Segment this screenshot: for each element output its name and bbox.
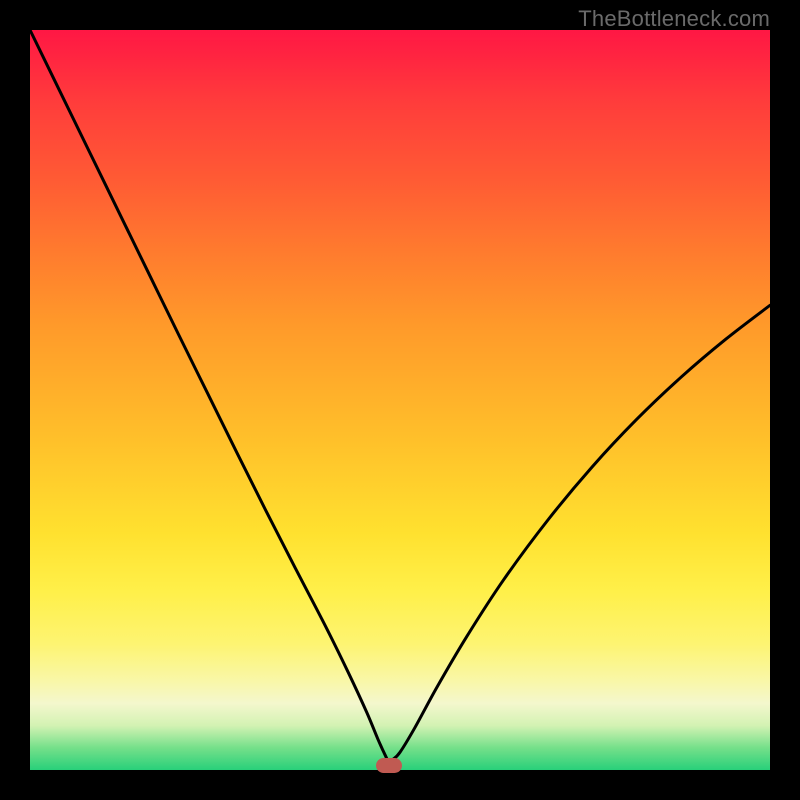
- bottleneck-curve: [30, 30, 770, 770]
- optimal-marker: [376, 758, 402, 773]
- chart-frame: TheBottleneck.com: [0, 0, 800, 800]
- plot-area: [30, 30, 770, 770]
- watermark-text: TheBottleneck.com: [578, 6, 770, 32]
